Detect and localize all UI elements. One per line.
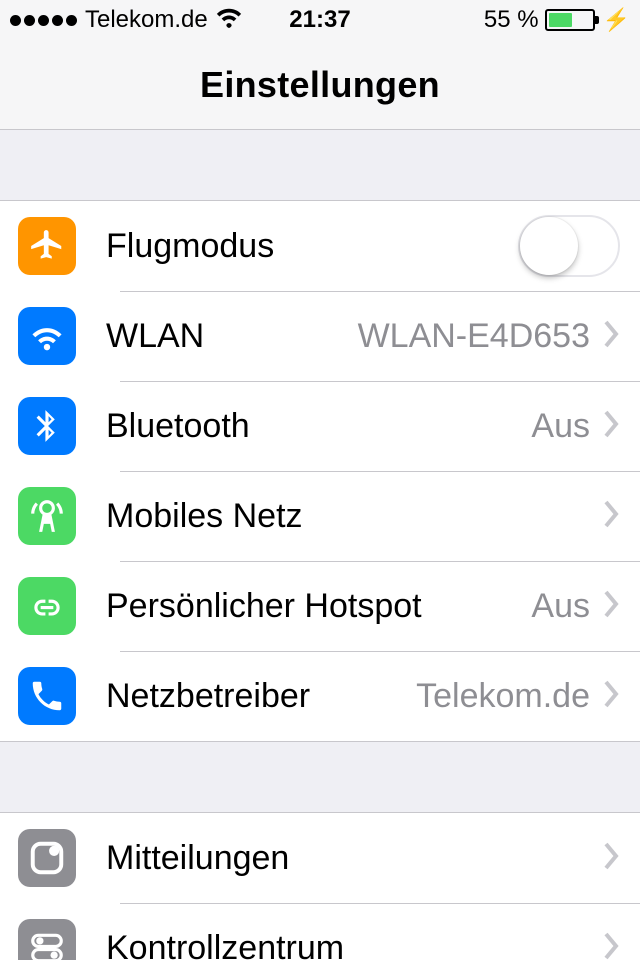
row-hotspot[interactable]: Persönlicher Hotspot Aus	[0, 561, 640, 651]
bluetooth-icon	[18, 397, 76, 455]
row-label: Mitteilungen	[106, 839, 289, 878]
group-separator	[0, 130, 640, 200]
row-label: Bluetooth	[106, 407, 250, 446]
row-value: Telekom.de	[416, 677, 590, 716]
wifi-icon	[216, 6, 242, 35]
battery-icon	[545, 9, 595, 31]
status-left: Telekom.de	[10, 6, 242, 35]
battery-fill	[549, 13, 572, 27]
charging-icon: ⚡	[603, 7, 630, 33]
settings-group-connectivity: Flugmodus WLAN WLAN-E4D653 Bluetooth Aus…	[0, 200, 640, 742]
cellular-icon	[18, 487, 76, 545]
carrier-label: Telekom.de	[85, 6, 208, 34]
row-wlan[interactable]: WLAN WLAN-E4D653	[0, 291, 640, 381]
row-control-center[interactable]: Kontrollzentrum	[0, 903, 640, 960]
row-carrier[interactable]: Netzbetreiber Telekom.de	[0, 651, 640, 741]
page-title: Einstellungen	[200, 64, 440, 106]
row-value: Aus	[531, 407, 590, 446]
wifi-settings-icon	[18, 307, 76, 365]
row-cellular[interactable]: Mobiles Netz	[0, 471, 640, 561]
airplane-icon	[18, 217, 76, 275]
row-label: Flugmodus	[106, 227, 274, 266]
toggle-knob	[520, 217, 578, 275]
chevron-right-icon	[604, 842, 620, 875]
row-label: Kontrollzentrum	[106, 929, 344, 960]
clock: 21:37	[289, 6, 350, 34]
phone-icon	[18, 667, 76, 725]
battery-percent: 55 %	[484, 6, 539, 34]
signal-strength-icon	[10, 15, 77, 26]
chevron-right-icon	[604, 410, 620, 443]
settings-group-system: Mitteilungen Kontrollzentrum	[0, 812, 640, 960]
row-notifications[interactable]: Mitteilungen	[0, 813, 640, 903]
chevron-right-icon	[604, 500, 620, 533]
row-label: Netzbetreiber	[106, 677, 310, 716]
status-bar: Telekom.de 21:37 55 % ⚡	[0, 0, 640, 40]
chevron-right-icon	[604, 590, 620, 623]
airplane-toggle[interactable]	[518, 215, 620, 277]
control-center-icon	[18, 919, 76, 960]
row-label: Mobiles Netz	[106, 497, 303, 536]
notifications-icon	[18, 829, 76, 887]
row-label: Persönlicher Hotspot	[106, 587, 422, 626]
nav-header: Einstellungen	[0, 40, 640, 130]
row-label: WLAN	[106, 317, 204, 356]
status-right: 55 % ⚡	[484, 6, 630, 34]
row-value: WLAN-E4D653	[358, 317, 590, 356]
group-separator	[0, 742, 640, 812]
row-value: Aus	[531, 587, 590, 626]
row-airplane-mode[interactable]: Flugmodus	[0, 201, 640, 291]
chevron-right-icon	[604, 932, 620, 960]
row-bluetooth[interactable]: Bluetooth Aus	[0, 381, 640, 471]
hotspot-icon	[18, 577, 76, 635]
chevron-right-icon	[604, 320, 620, 353]
chevron-right-icon	[604, 680, 620, 713]
